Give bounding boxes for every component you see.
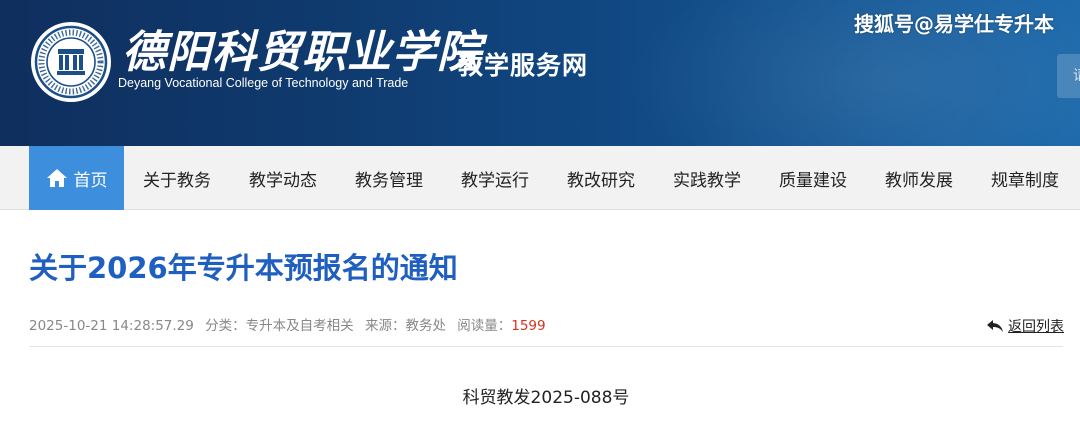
article-meta: 2025-10-21 14:28:57.29 分类：专升本及自考相关 来源：教务…: [29, 316, 553, 336]
nav-item-practice[interactable]: 实践教学: [654, 146, 760, 210]
back-arrow-icon: [987, 320, 1003, 332]
search-input[interactable]: 请: [1057, 54, 1080, 98]
nav-item-quality[interactable]: 质量建设: [760, 146, 866, 210]
back-to-list-link[interactable]: 返回列表: [986, 316, 1064, 336]
nav-item-home[interactable]: 首页: [29, 146, 124, 210]
college-name-cn: 德阳科贸职业学院: [122, 27, 482, 78]
article-category: 分类：专升本及自考相关: [205, 318, 354, 334]
nav-item-reform[interactable]: 教改研究: [548, 146, 654, 210]
article-source: 来源：教务处: [364, 318, 446, 334]
home-icon: [46, 169, 67, 187]
nav-item-label: 首页: [73, 170, 108, 191]
views-label: 阅读量：: [457, 318, 512, 334]
main-nav: 首页 关于教务 教学动态 教务管理 教学运行 教改研究 实践教学 质量建设 教师…: [0, 146, 1080, 210]
source-watermark: 搜狐号@易学仕专升本: [854, 12, 1054, 36]
document-number: 科贸教发2025-088号: [462, 388, 630, 408]
views-count: 1599: [511, 318, 546, 334]
college-seal-logo[interactable]: [31, 22, 111, 102]
article-title: 关于2026年专升本预报名的通知: [29, 251, 458, 285]
nav-item-admin[interactable]: 教务管理: [336, 146, 442, 210]
site-name: 教学服务网: [458, 51, 589, 80]
college-seal-icon: [33, 24, 109, 100]
nav-item-rules[interactable]: 规章制度: [972, 146, 1078, 210]
nav-item-about[interactable]: 关于教务: [124, 146, 230, 210]
college-name-en: Deyang Vocational College of Technology …: [118, 76, 409, 90]
publish-datetime: 2025-10-21 14:28:57.29: [29, 318, 194, 334]
nav-item-operations[interactable]: 教学运行: [442, 146, 548, 210]
back-link-label: 返回列表: [1008, 319, 1064, 335]
nav-item-news[interactable]: 教学动态: [230, 146, 336, 210]
meta-divider: [29, 346, 1063, 347]
header-banner: 德阳科贸职业学院 Deyang Vocational College of Te…: [0, 0, 1080, 146]
nav-item-teacher[interactable]: 教师发展: [866, 146, 972, 210]
